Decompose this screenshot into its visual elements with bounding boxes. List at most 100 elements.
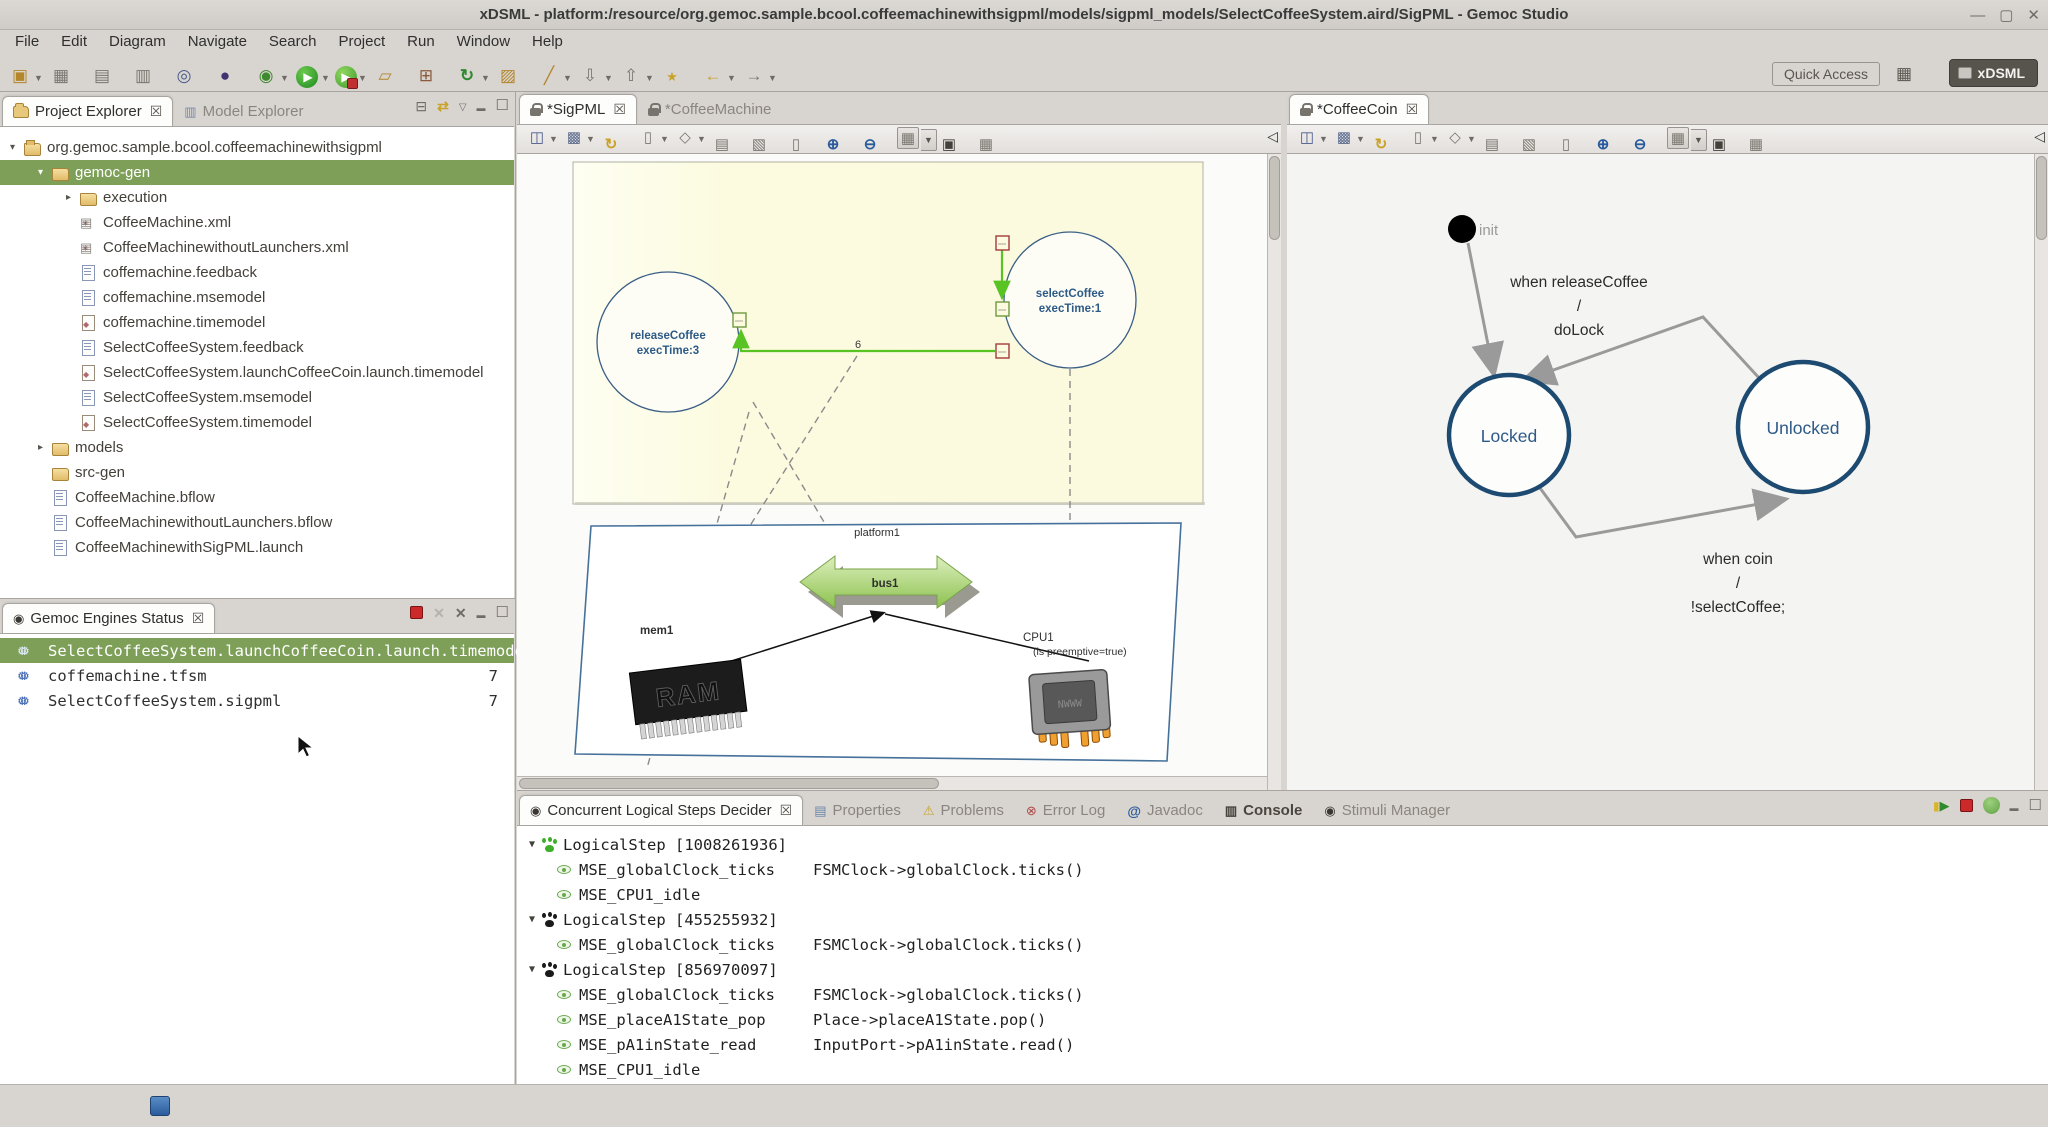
expand-arrow-icon[interactable]: ▸ (66, 192, 80, 203)
layers-icon[interactable] (1745, 133, 1767, 155)
editor-tab[interactable]: *SigPML☒ (519, 94, 637, 124)
maximize-icon[interactable] (496, 605, 509, 620)
dispose-all-engines-icon[interactable] (455, 606, 467, 620)
initial-state-dot[interactable] (1448, 215, 1476, 243)
dropdown-arrow-icon[interactable]: ▼ (645, 65, 655, 91)
menu-item[interactable]: Edit (50, 31, 98, 52)
tree-item[interactable]: ▸models (0, 435, 514, 460)
editor-tab[interactable]: *CoffeeCoin☒ (1289, 94, 1429, 124)
menu-item[interactable]: Search (258, 31, 328, 52)
logical-step-row[interactable]: ▼LogicalStep [856970097] (517, 957, 2048, 982)
tree-item[interactable]: ▾org.gemoc.sample.bcool.coffeemachinewit… (0, 135, 514, 160)
mse-action-row[interactable]: MSE_globalClock_ticksFSMClock->globalClo… (517, 932, 2048, 957)
print-icon[interactable] (130, 63, 156, 89)
port-output-bottom[interactable] (996, 344, 1009, 358)
debug-target-icon[interactable] (212, 63, 238, 89)
expand-arrow-icon[interactable]: ▾ (10, 142, 24, 153)
dropdown-arrow-icon[interactable] (116, 55, 126, 81)
dropdown-arrow-icon[interactable] (1393, 123, 1403, 149)
zoom-combo-icon[interactable] (897, 127, 919, 149)
dropdown-arrow-icon[interactable]: ▼ (1430, 126, 1440, 152)
zoom-out-icon[interactable] (859, 133, 881, 155)
maximize-icon[interactable] (2029, 798, 2042, 813)
dropdown-arrow-icon[interactable]: ▼ (921, 129, 937, 151)
mse-action-row[interactable]: MSE_globalClock_ticksFSMClock->globalClo… (517, 982, 2048, 1007)
expand-arrow-icon[interactable]: ▼ (529, 839, 535, 850)
page-setup-icon[interactable] (711, 133, 733, 155)
engine-row[interactable]: ⚙⚙SelectCoffeeSystem.sigpml7 (0, 688, 514, 713)
port-output-top[interactable] (996, 236, 1009, 250)
dropdown-arrow-icon[interactable]: ▼ (727, 65, 737, 91)
tree-item[interactable]: CoffeeMachinewithoutLaunchers.xml (0, 235, 514, 260)
arrange-icon[interactable] (526, 126, 548, 148)
distribute-icon[interactable] (674, 126, 696, 148)
dropdown-arrow-icon[interactable] (157, 55, 167, 81)
port-input-mid[interactable] (996, 302, 1009, 316)
dropdown-arrow-icon[interactable]: ▼ (586, 126, 596, 152)
expand-arrow-icon[interactable]: ▾ (38, 167, 52, 178)
expand-arrow-icon[interactable]: ▸ (38, 442, 52, 453)
dropdown-arrow-icon[interactable] (961, 123, 971, 149)
run-history-icon[interactable] (335, 66, 357, 88)
quick-access-input[interactable]: Quick Access (1772, 62, 1880, 86)
open-perspective-icon[interactable] (1891, 61, 1917, 87)
logical-step-row[interactable]: ▼LogicalStep [455255932] (517, 907, 2048, 932)
paste-style-icon[interactable] (637, 126, 659, 148)
debug-icon[interactable] (253, 63, 279, 89)
snapshot-icon[interactable] (938, 133, 960, 155)
expand-arrow-icon[interactable]: ▼ (529, 914, 535, 925)
dropdown-arrow-icon[interactable] (239, 55, 249, 81)
actor-releasecoffee[interactable] (597, 272, 739, 412)
dropdown-arrow-icon[interactable] (198, 55, 208, 81)
dropdown-arrow-icon[interactable] (808, 123, 818, 149)
transition-locked-to-unlocked[interactable] (1540, 488, 1781, 537)
close-tab-icon[interactable]: ☒ (150, 103, 163, 120)
dropdown-arrow-icon[interactable] (1615, 123, 1625, 149)
export-diagram-icon[interactable] (1518, 133, 1540, 155)
close-window-icon[interactable]: ✕ (2027, 6, 2040, 24)
logical-step-row[interactable]: ▼LogicalStep [1008261936] (517, 832, 2048, 857)
view-tab[interactable]: Model Explorer☒ (173, 96, 314, 126)
dropdown-arrow-icon[interactable] (399, 55, 409, 81)
dropdown-arrow-icon[interactable] (623, 123, 633, 149)
view-tab[interactable]: Problems☒ (912, 795, 1015, 825)
decider-shield-icon[interactable] (1983, 797, 2000, 814)
tree-item[interactable]: CoffeeMachine.bflow (0, 485, 514, 510)
sigpml-diagram-canvas[interactable]: releaseCoffee execTime:3 selectCoffee ex… (517, 154, 1267, 776)
open-resource-icon[interactable] (495, 63, 521, 89)
close-tab-icon[interactable]: ☒ (1406, 101, 1419, 118)
restore-pane-icon[interactable]: ◁ (2034, 128, 2045, 145)
expand-arrow-icon[interactable]: ▼ (529, 964, 535, 975)
view-tab[interactable]: Javadoc☒ (1116, 795, 1214, 825)
mse-action-row[interactable]: MSE_placeA1State_popPlace->placeA1State.… (517, 1007, 2048, 1032)
new-launch-icon[interactable] (372, 63, 398, 89)
resume-icon[interactable] (1933, 799, 1950, 812)
search-icon[interactable] (171, 63, 197, 89)
refresh-icon[interactable] (454, 63, 480, 89)
collapse-all-icon[interactable] (415, 99, 427, 113)
tree-item[interactable]: CoffeeMachine.xml (0, 210, 514, 235)
mse-action-row[interactable]: MSE_CPU1_idle (517, 882, 2048, 907)
build-all-icon[interactable] (413, 63, 439, 89)
minimize-icon[interactable] (2010, 799, 2019, 813)
export-icon[interactable] (618, 63, 644, 89)
dropdown-arrow-icon[interactable]: ▼ (768, 65, 778, 91)
tree-item[interactable]: coffemachine.feedback (0, 260, 514, 285)
annotate-icon[interactable] (536, 63, 562, 89)
filters-icon[interactable] (1333, 126, 1355, 148)
stop-engine-icon[interactable] (410, 606, 423, 619)
dropdown-arrow-icon[interactable]: ▼ (34, 65, 44, 91)
dropdown-arrow-icon[interactable]: ▼ (660, 126, 670, 152)
engine-row[interactable]: ⚙⚙coffemachine.tfsm7 (0, 663, 514, 688)
dropdown-arrow-icon[interactable] (1504, 123, 1514, 149)
dropdown-arrow-icon[interactable]: ▼ (563, 65, 573, 91)
view-menu-icon[interactable] (459, 98, 467, 113)
dropdown-arrow-icon[interactable]: ▼ (1356, 126, 1366, 152)
tree-item[interactable]: SelectCoffeeSystem.launchCoffeeCoin.laun… (0, 360, 514, 385)
dropdown-arrow-icon[interactable] (1541, 123, 1551, 149)
menu-item[interactable]: File (4, 31, 50, 52)
forward-icon[interactable] (741, 63, 767, 89)
close-tab-icon[interactable]: ☒ (780, 802, 793, 819)
tree-item[interactable]: SelectCoffeeSystem.feedback (0, 335, 514, 360)
view-tab[interactable]: Gemoc Engines Status☒ (2, 603, 215, 633)
